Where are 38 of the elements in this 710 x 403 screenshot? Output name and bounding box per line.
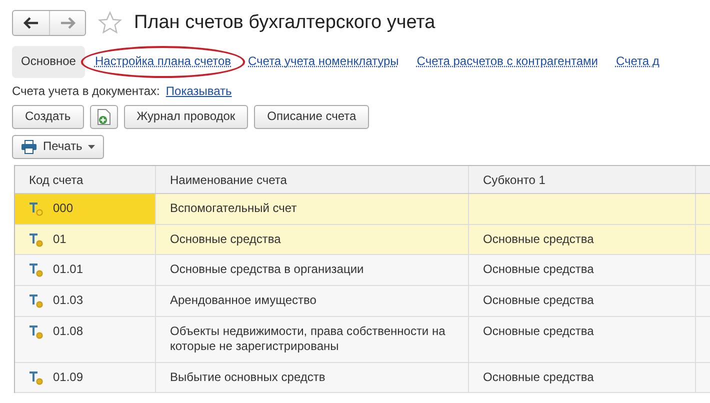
show-link[interactable]: Показывать [166,84,232,100]
table-cell: Объекты недвижимости, права собственности на которые не зарегистрированы [156,316,469,362]
column-header[interactable]: Наименование счета [156,166,469,194]
toolbar-button[interactable]: Создать [12,105,84,130]
print-button[interactable]: Печать [12,135,104,160]
table-cell: Основные средства [469,255,696,285]
table-cell: Вспомогательный счет [156,194,469,224]
toolbar-button[interactable]: Журнал проводок [124,105,248,130]
column-header[interactable]: Субконто 1 [469,166,696,194]
table-cell: Арендованное имущество [156,286,469,316]
table-cell: Основные средства [469,224,696,254]
tab[interactable]: Настройка плана счетов [80,46,246,78]
table-cell: Основные средства [469,362,696,392]
account-code: 01.01 [53,262,84,278]
back-arrow-icon [23,17,39,29]
tab[interactable]: Счета расчетов с контрагентами [408,46,607,78]
account-code: 01.03 [53,292,84,309]
table-cell: Основные средства [156,224,469,254]
account-code: 01.09 [53,370,84,386]
add-document-button[interactable] [90,105,118,130]
window-title: План счетов бухгалтерского учета [134,10,436,35]
toolbar-button[interactable]: Описание счета [254,105,370,130]
table-cell: Основные средства [469,316,696,362]
table-cell: Основные средства в организации [156,255,469,285]
star-icon[interactable] [98,11,122,35]
account-code: 01.08 [53,324,84,340]
tab[interactable]: Счета д [606,46,668,78]
label: Счета учета в документах: [12,84,160,100]
table-cell: Основные средства [469,286,696,316]
table-cell: Выбытие основных средств [156,362,469,392]
account-code: 000 [53,201,74,217]
caret-icon [88,145,96,150]
account-code: 01 [53,232,66,248]
forward-arrow-icon [60,17,76,29]
printer-icon [21,140,37,154]
tab[interactable]: Основное [12,46,85,78]
document-plus-icon [96,109,111,126]
column-header[interactable]: Код счета [15,166,156,194]
